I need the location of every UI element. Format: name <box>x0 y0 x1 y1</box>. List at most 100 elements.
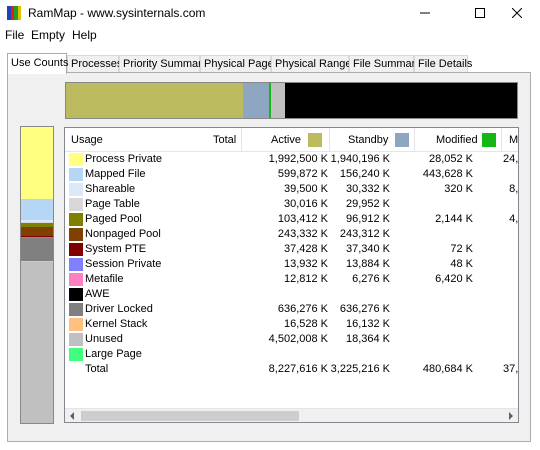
usage-color-swatch <box>69 198 83 211</box>
column-divider[interactable] <box>241 128 242 152</box>
usage-color-swatch <box>69 228 83 241</box>
active-color-swatch <box>308 133 322 147</box>
table-row[interactable]: Metafile 12,812 K 6,276 K 6,420 K <box>65 272 518 287</box>
usage-label: Driver Locked <box>85 303 153 315</box>
usage-color-swatch <box>69 183 83 196</box>
tab-physical-pages[interactable]: Physical Pages <box>200 55 279 73</box>
active-value: 13,884 K <box>345 258 390 270</box>
usage-color-swatch <box>69 243 83 256</box>
modified-value: 4,356 K <box>509 213 519 225</box>
active-value: 3,225,216 K <box>330 363 390 375</box>
usage-label: Unused <box>85 333 123 345</box>
table-body: Process Private 1,992,500 K 1,940,196 K 28,… <box>65 152 519 377</box>
total-value: 13,932 K <box>283 258 328 270</box>
standby-value: 28,052 K <box>428 153 473 165</box>
close-button[interactable] <box>494 0 540 26</box>
tab-file-details[interactable]: File Details <box>414 55 472 73</box>
tab-strip: Use Counts Processes Priority Summary Ph… <box>0 53 540 74</box>
column-divider[interactable] <box>501 128 502 152</box>
total-value: 37,428 K <box>283 243 328 255</box>
standby-value: 72 K <box>450 243 473 255</box>
table-row[interactable]: Page Table30,016 K29,952 K64 K <box>65 197 518 212</box>
total-value: 12,812 K <box>283 273 328 285</box>
use-counts-table: Usage Total Active Standby Modified M Pr… <box>64 127 519 423</box>
column-divider[interactable] <box>414 128 415 152</box>
modified-value: 396 K <box>518 318 519 330</box>
usage-color-swatch <box>69 318 83 331</box>
column-modified[interactable]: Modified <box>436 134 478 146</box>
tab-priority-summary[interactable]: Priority Summary <box>119 55 207 73</box>
column-active[interactable]: Active <box>271 134 301 146</box>
scrollbar-thumb[interactable] <box>81 411 299 421</box>
table-row[interactable]: Driver Locked 636,276 K 636,276 K <box>65 302 518 317</box>
table-row[interactable]: System PTE37,428 K37,340 K72 K16 K <box>65 242 518 257</box>
horizontal-scrollbar[interactable] <box>65 408 518 422</box>
state-segment-free <box>284 83 517 118</box>
modified-value: 24,252 K <box>502 153 519 165</box>
minimize-icon <box>420 12 430 14</box>
table-row[interactable]: AWE <box>65 287 518 302</box>
tab-processes[interactable]: Processes <box>67 55 122 73</box>
active-value: 636,276 K <box>339 303 390 315</box>
standby-value: 480,684 K <box>422 363 473 375</box>
menu-empty[interactable]: Empty <box>31 28 65 42</box>
table-row[interactable]: Mapped File599,872 K156,240 K443,628 K4 … <box>65 167 518 182</box>
total-value: 30,016 K <box>283 198 328 210</box>
rammap-app-icon <box>7 6 21 20</box>
menu-help[interactable]: Help <box>72 28 97 42</box>
table-row[interactable]: Paged Pool 103,412 K 96,912 K 2,144 K 4,356 … <box>65 212 519 227</box>
modified-value: 8,848 K <box>509 183 519 195</box>
column-standby[interactable]: Standby <box>348 134 388 146</box>
total-value: 103,412 K <box>277 213 328 225</box>
column-modified-no-write[interactable]: M <box>509 134 518 146</box>
chevron-right-icon <box>509 412 513 420</box>
scroll-right-button[interactable] <box>504 409 518 422</box>
table-row[interactable]: Large Page <box>65 347 518 362</box>
usage-label: Shareable <box>85 183 136 195</box>
total-value: 16,528 K <box>283 318 328 330</box>
table-row[interactable]: Unused 4,502,008 K 18,364 K <box>65 332 518 347</box>
table-row[interactable]: Kernel Stack 16,528 K 16,132 K 396 K <box>65 317 519 332</box>
table-row[interactable]: Session Private 13,932 K 13,884 K 48 K <box>65 257 518 272</box>
usage-label: Process Private <box>85 153 163 165</box>
active-value: 37,340 K <box>345 243 390 255</box>
state-segment-standby <box>242 83 269 118</box>
table-row[interactable]: Total 8,227,616 K3,225,216 K 480,684 K 37,9… <box>65 362 518 377</box>
usage-color-swatch <box>69 168 83 181</box>
modified-color-swatch <box>482 133 496 147</box>
usage-label: AWE <box>85 288 110 300</box>
usage-color-swatch <box>69 258 83 271</box>
usage-segment-unused <box>21 261 53 422</box>
menu-bar: File Empty Help <box>0 26 540 44</box>
active-value: 156,240 K <box>339 168 390 180</box>
active-value: 16,132 K <box>345 318 390 330</box>
column-divider[interactable] <box>329 128 330 152</box>
column-usage[interactable]: Usage <box>71 134 103 146</box>
usage-color-swatch <box>69 303 83 316</box>
tab-physical-ranges[interactable]: Physical Ranges <box>271 55 357 73</box>
usage-segment-driver-locked <box>21 238 53 261</box>
table-row[interactable]: Nonpaged Pool 243,332 K 243,312 K <box>65 227 518 242</box>
icon-stripe <box>17 6 21 20</box>
usage-label: Metafile <box>85 273 124 285</box>
memory-state-bar <box>65 82 518 119</box>
title-bar: RamMap - www.sysinternals.com <box>0 0 540 26</box>
usage-segment-nonpaged-pool <box>21 226 53 236</box>
usage-label: Kernel Stack <box>85 318 148 330</box>
usage-color-swatch <box>69 288 83 301</box>
total-value: 4,502,008 K <box>268 333 328 345</box>
table-row[interactable]: Process Private 1,992,500 K 1,940,196 K 28,… <box>65 152 519 167</box>
table-row[interactable]: Shareable 39,500 K 30,332 K 320 K 8,848 K <box>65 182 519 197</box>
column-total[interactable]: Total <box>213 134 236 146</box>
tab-use-counts[interactable]: Use Counts <box>7 53 68 74</box>
state-segment-transition <box>271 83 285 118</box>
close-icon <box>512 8 522 18</box>
standby-value: 2,144 K <box>435 213 473 225</box>
tab-file-summary[interactable]: File Summary <box>349 55 421 73</box>
usage-label: Mapped File <box>85 168 146 180</box>
scroll-left-button[interactable] <box>65 409 79 422</box>
menu-file[interactable]: File <box>5 28 24 42</box>
usage-label: Page Table <box>85 198 140 210</box>
minimize-button[interactable] <box>402 0 448 26</box>
state-segment-active <box>66 83 243 118</box>
